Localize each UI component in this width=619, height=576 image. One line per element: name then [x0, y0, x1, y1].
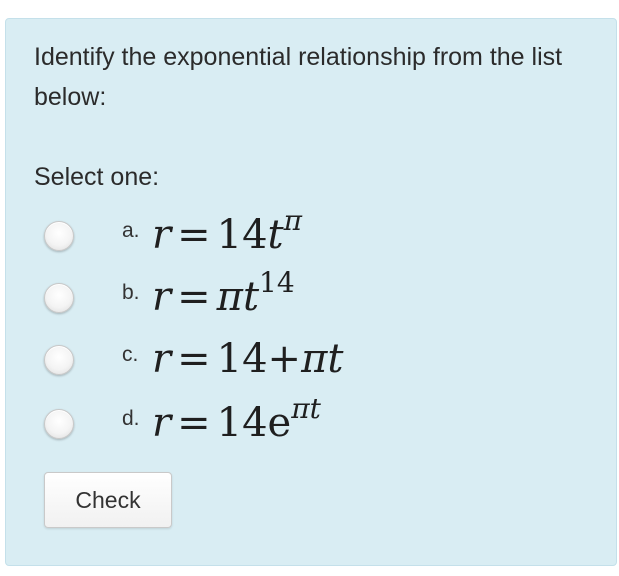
answer-option-b[interactable]: b. r = πt14 — [44, 266, 604, 327]
radio-button-d[interactable] — [44, 409, 74, 439]
formula-d: r = 14eπt — [152, 392, 321, 447]
option-letter-c: c. — [122, 343, 139, 366]
select-one-label: Select one: — [34, 163, 160, 191]
option-letter-a: a. — [122, 219, 140, 242]
question-panel: Identify the exponential relationship fr… — [5, 18, 617, 566]
question-text: Identify the exponential relationship fr… — [34, 43, 563, 111]
formula-a: r = 14tπ — [152, 204, 303, 259]
radio-button-b[interactable] — [44, 283, 74, 313]
formula-b: r = πt14 — [152, 266, 295, 321]
option-letter-b: b. — [122, 281, 140, 304]
answer-option-a[interactable]: a. r = 14tπ — [44, 204, 604, 265]
answer-option-d[interactable]: d. r = 14eπt — [44, 392, 604, 453]
answer-option-c[interactable]: c. r = 14+πt — [44, 333, 604, 389]
formula-c: r = 14+πt — [152, 336, 344, 382]
option-letter-d: d. — [122, 407, 140, 430]
radio-button-a[interactable] — [44, 221, 74, 251]
check-button[interactable]: Check — [44, 472, 172, 528]
radio-button-c[interactable] — [44, 345, 74, 375]
